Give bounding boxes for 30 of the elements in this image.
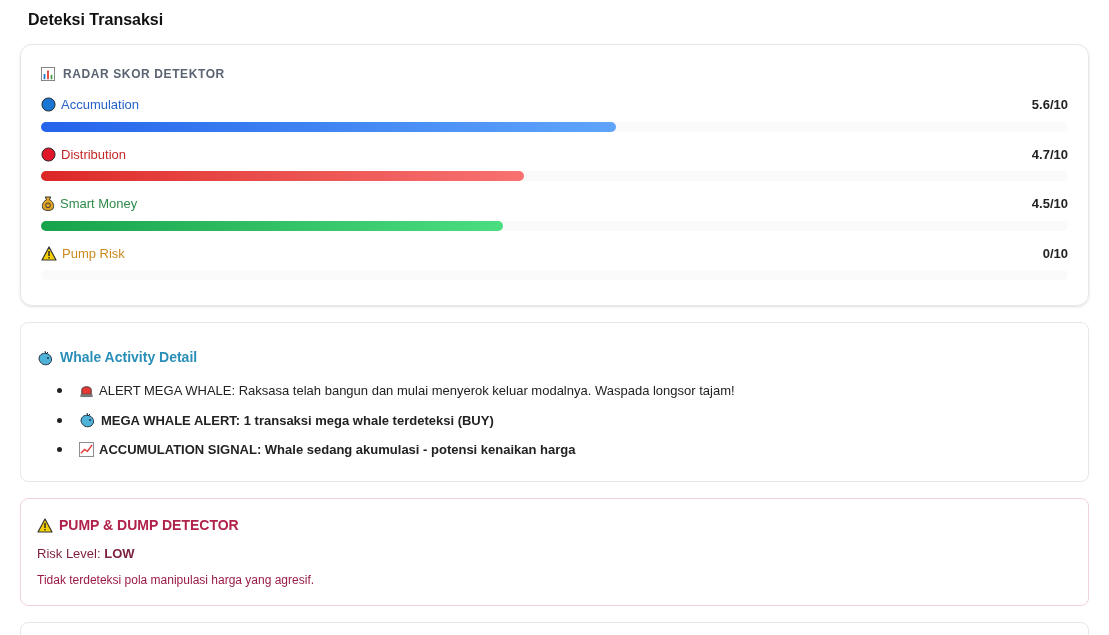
chart-icon xyxy=(79,442,94,458)
score-value: 0/10 xyxy=(1042,244,1068,263)
score-label: Smart Money xyxy=(60,195,138,213)
warning-icon xyxy=(41,245,57,261)
bullet-icon xyxy=(57,447,62,453)
whale-alert-text: MEGA WHALE ALERT: 1 transaksi mega whale terdeteksi (BUY) xyxy=(101,411,494,430)
warning-icon xyxy=(37,517,53,533)
page-title: Deteksi Transaksi xyxy=(27,10,165,30)
whale-icon xyxy=(79,412,96,429)
bullet-icon xyxy=(57,388,62,394)
score-value: 4.5/10 xyxy=(1031,195,1068,213)
score-value: 5.6/10 xyxy=(1031,96,1068,114)
whale-alert-text: ALERT MEGA WHALE: Raksasa telah bangun dan mulai menyerok keluar modalnya. Waspada longsor tajam! xyxy=(99,382,735,400)
score-label: Accumulation xyxy=(61,96,140,114)
score-label: Distribution xyxy=(61,145,127,164)
money-bag-icon xyxy=(41,196,55,212)
score-value: 4.7/10 xyxy=(1031,145,1068,164)
circle-icon xyxy=(41,146,56,162)
whale-title: Whale Activity Detail xyxy=(60,348,198,367)
bullet-icon xyxy=(57,417,62,423)
circle-icon xyxy=(41,97,56,113)
pump-dump-message: Tidak terdeteksi pola manipulasi harga yang agresif. xyxy=(37,572,316,589)
whale-alert-text: ACCUMULATION SIGNAL: Whale sedang akumulasi - potensi kenaikan harga xyxy=(99,441,576,459)
risk-level-text: Risk Level: LOW xyxy=(37,544,136,563)
whale-icon xyxy=(37,349,54,366)
bar-chart-icon xyxy=(41,67,55,81)
siren-icon xyxy=(79,383,94,399)
radar-title: RADAR SKOR DETEKTOR xyxy=(63,66,225,83)
score-label: Pump Risk xyxy=(62,244,125,263)
pump-dump-title: PUMP & DUMP DETECTOR xyxy=(59,515,239,535)
